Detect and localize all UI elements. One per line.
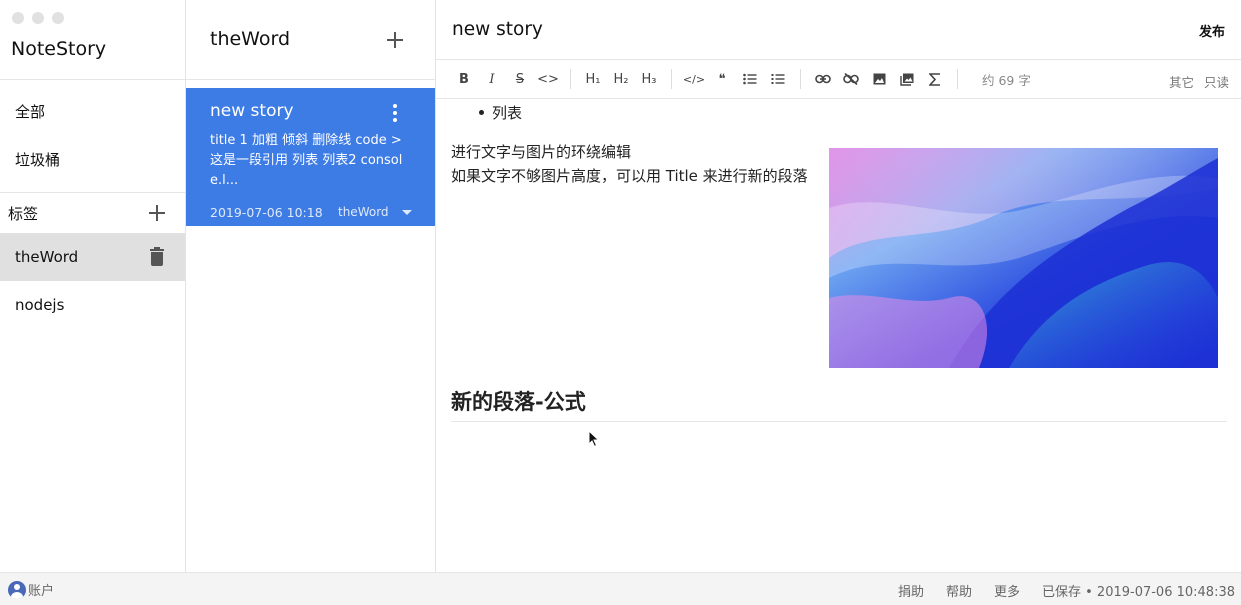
divider: [186, 79, 435, 80]
section-heading: 新的段落-公式: [451, 390, 586, 414]
toolbar-right: 其它 只读: [1169, 72, 1229, 91]
sidebar: NoteStory 全部 垃圾桶 标签 theWord nodejs: [0, 0, 186, 572]
quote-button[interactable]: ❝: [708, 67, 736, 91]
heading3-button[interactable]: H₃: [635, 67, 663, 91]
note-date: 2019-07-06 10:18: [210, 205, 323, 220]
sidebar-tag-nodejs[interactable]: nodejs: [0, 281, 185, 329]
mouse-pointer-icon: [588, 429, 600, 452]
toolbar-divider: [671, 69, 672, 89]
minimize-window-button[interactable]: [32, 12, 44, 24]
account-icon: [8, 580, 26, 599]
image-icon[interactable]: [865, 67, 893, 91]
app-title: NoteStory: [11, 38, 107, 60]
italic-button[interactable]: I: [478, 67, 506, 91]
list-item: 列表: [478, 104, 523, 122]
bullet-list-icon[interactable]: [736, 67, 764, 91]
add-tag-icon[interactable]: [149, 205, 165, 221]
sidebar-item-all[interactable]: 全部: [0, 87, 185, 135]
heading1-button[interactable]: H₁: [579, 67, 607, 91]
numbered-list-icon[interactable]: [764, 67, 792, 91]
note-list-item[interactable]: new story title 1 加粗 倾斜 删除线 code > 这是一段引…: [186, 88, 435, 226]
note-tag: theWord: [338, 205, 389, 219]
status-links: 捐助 帮助 更多 已保存 • 2019-07-06 10:48:38: [898, 581, 1235, 600]
sidebar-tag-theword[interactable]: theWord: [0, 233, 185, 281]
readonly-toggle[interactable]: 只读: [1204, 72, 1229, 91]
heading-underline: [451, 421, 1227, 422]
account-button[interactable]: 账户: [8, 580, 54, 599]
note-excerpt: title 1 加粗 倾斜 删除线 code > 这是一段引用 列表 列表2 c…: [210, 133, 403, 188]
link-icon[interactable]: [809, 67, 837, 91]
strikethrough-button[interactable]: S: [506, 67, 534, 91]
caret-down-icon[interactable]: [402, 210, 412, 215]
embedded-image[interactable]: [829, 148, 1218, 368]
unlink-icon[interactable]: [837, 67, 865, 91]
account-label: 账户: [28, 584, 55, 599]
formula-sigma-icon[interactable]: [921, 67, 949, 91]
editor-pane: new story 发布 B I S <> H₁ H₂ H₃ </> ❝ 约 6…: [436, 0, 1241, 572]
editor-toolbar: B I S <> H₁ H₂ H₃ </> ❝ 约 69 字 其它 只读: [436, 59, 1241, 99]
note-list-pane: theWord new story title 1 加粗 倾斜 删除线 code…: [186, 0, 436, 572]
tag-label: nodejs: [15, 296, 65, 314]
tag-label: theWord: [15, 248, 79, 266]
publish-button[interactable]: 发布: [1199, 21, 1225, 40]
word-count: 约 69 字: [982, 72, 1031, 88]
close-window-button[interactable]: [12, 12, 24, 24]
toolbar-divider: [800, 69, 801, 89]
sidebar-item-label: 垃圾桶: [15, 150, 61, 169]
inline-code-button[interactable]: <>: [534, 67, 562, 91]
editor-content[interactable]: 列表 进行文字与图片的环绕编辑 如果文字不够图片高度，可以用 Title 来进行…: [436, 100, 1241, 572]
toolbar-divider: [957, 69, 958, 89]
zoom-window-button[interactable]: [52, 12, 64, 24]
tags-header: 标签: [0, 193, 185, 233]
trash-icon[interactable]: [150, 247, 164, 266]
divider: [0, 79, 185, 80]
tags-header-label: 标签: [8, 204, 39, 223]
sidebar-item-label: 全部: [15, 102, 46, 121]
more-link[interactable]: 更多: [994, 581, 1020, 600]
donate-link[interactable]: 捐助: [898, 581, 924, 600]
code-block-button[interactable]: </>: [680, 67, 708, 91]
help-link[interactable]: 帮助: [946, 581, 972, 600]
status-bar: 账户 捐助 帮助 更多 已保存 • 2019-07-06 10:48:38: [0, 572, 1241, 605]
sidebar-item-trash[interactable]: 垃圾桶: [0, 135, 185, 183]
note-title: new story: [210, 101, 294, 121]
image-gallery-icon[interactable]: [893, 67, 921, 91]
paragraph-line: 如果文字不够图片高度，可以用 Title 来进行新的段落: [451, 167, 808, 185]
notebook-title: theWord: [210, 28, 291, 50]
paragraph: 进行文字与图片的环绕编辑 如果文字不够图片高度，可以用 Title 来进行新的段…: [451, 140, 819, 188]
add-note-icon[interactable]: [387, 32, 403, 48]
toolbar-divider: [570, 69, 571, 89]
bold-button[interactable]: B: [450, 67, 478, 91]
window-controls: [12, 12, 64, 24]
heading2-button[interactable]: H₂: [607, 67, 635, 91]
other-menu-button[interactable]: 其它: [1169, 72, 1194, 91]
more-vert-icon[interactable]: [392, 104, 398, 122]
paragraph-line: 进行文字与图片的环绕编辑: [451, 143, 632, 161]
document-title[interactable]: new story: [452, 19, 543, 40]
save-status: 已保存 • 2019-07-06 10:48:38: [1041, 585, 1235, 600]
